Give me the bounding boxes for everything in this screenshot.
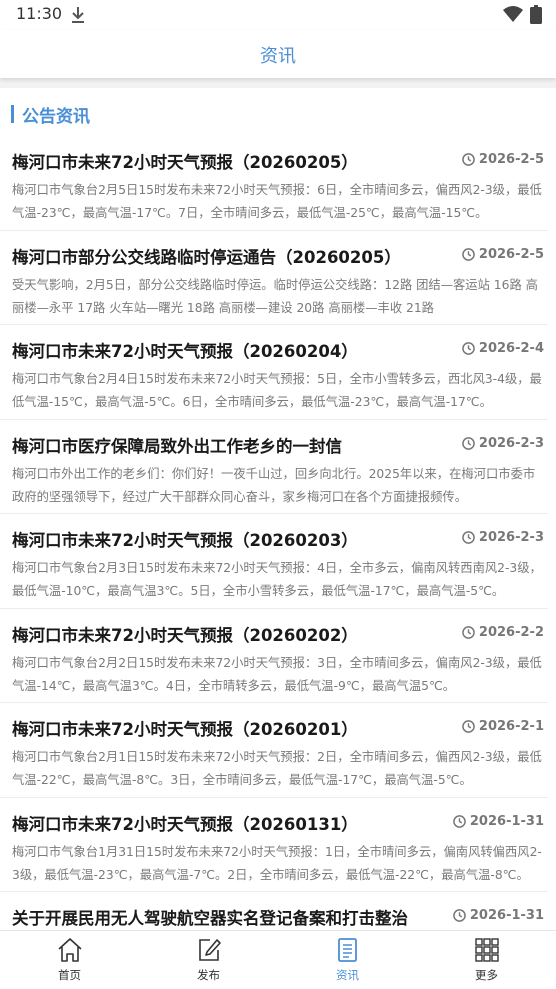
tab-publish[interactable]: 发布 (139, 931, 278, 989)
news-date: 2026-2-1 (462, 719, 544, 734)
news-item[interactable]: 关于开展民用无人驾驶航空器实名登记备案和打击整治 2026-1-31 (0, 892, 548, 930)
news-summary: 梅河口市外出工作的老乡们：你们好！一夜千山过，回乡向北行。2025年以来，在梅河… (12, 466, 536, 504)
news-date-text: 2026-2-5 (478, 152, 544, 167)
news-date: 2026-2-3 (462, 436, 544, 451)
tab-news[interactable]: 资讯 (278, 931, 417, 989)
clock-icon (462, 153, 475, 166)
tab-publish-label: 发布 (197, 968, 220, 982)
news-date: 2026-2-3 (462, 530, 544, 545)
news-title: 梅河口市未来72小时天气预报（20260131） (12, 814, 358, 834)
news-item[interactable]: 梅河口市未来72小时天气预报（20260131） 2026-1-31 梅河口市气… (0, 798, 548, 892)
news-list[interactable]: 梅河口市未来72小时天气预报（20260205） 2026-2-5 梅河口市气象… (0, 136, 556, 930)
news-date: 2026-1-31 (453, 814, 544, 829)
bottom-tab-bar: 首页 发布 资讯 更多 (0, 930, 556, 989)
news-item[interactable]: 梅河口市部分公交线路临时停运通告（20260205） 2026-2-5 受天气影… (0, 231, 548, 325)
news-title: 梅河口市未来72小时天气预报（20260203） (12, 531, 358, 550)
section-header: 公告资讯 (0, 88, 556, 136)
news-summary: 梅河口市气象台2月2日15时发布未来72小时天气预报：3日，全市晴间多云，偏南风… (12, 655, 542, 693)
news-item[interactable]: 梅河口市未来72小时天气预报（20260202） 2026-2-2 梅河口市气象… (0, 609, 548, 703)
news-item[interactable]: 梅河口市未来72小时天气预报（20260205） 2026-2-5 梅河口市气象… (0, 136, 548, 231)
news-date-text: 2026-2-1 (478, 719, 544, 734)
news-date: 2026-2-5 (462, 152, 544, 167)
news-date: 2026-2-4 (462, 341, 544, 356)
edit-icon (198, 939, 221, 961)
clock-icon (462, 625, 475, 639)
news-title: 关于开展民用无人驾驶航空器实名登记备案和打击整治 (12, 909, 408, 928)
news-icon (337, 938, 357, 962)
download-icon (72, 7, 84, 23)
clock-icon (462, 531, 475, 544)
news-date-text: 2026-2-2 (478, 624, 544, 640)
tab-more[interactable]: 更多 (417, 931, 556, 989)
tab-home[interactable]: 首页 (0, 931, 139, 989)
news-date: 2026-2-2 (462, 625, 544, 640)
news-title: 梅河口市未来72小时天气预报（20260204） (12, 342, 358, 361)
news-summary: 梅河口市气象台1月31日15时发布未来72小时天气预报：1日，全市晴间多云，偏南… (12, 844, 542, 882)
header-gap (0, 78, 556, 88)
news-item[interactable]: 梅河口市未来72小时天气预报（20260201） 2026-2-1 梅河口市气象… (0, 703, 548, 798)
news-summary: 梅河口市气象台2月1日15时发布未来72小时天气预报：2日，全市晴间多云，偏西风… (12, 750, 542, 787)
clock-icon (462, 247, 475, 261)
news-date-text: 2026-2-4 (478, 341, 544, 356)
status-time: 11:30 (16, 4, 63, 23)
tab-home-label: 首页 (58, 968, 81, 982)
news-title: 梅河口市未来72小时天气预报（20260201） (12, 720, 358, 739)
news-date-text: 2026-2-5 (478, 246, 544, 262)
section-accent-bar (11, 105, 14, 123)
clock-icon (453, 814, 466, 828)
wifi-icon (503, 6, 523, 22)
tab-news-label: 资讯 (336, 968, 359, 982)
news-summary: 梅河口市气象台2月5日15时发布未来72小时天气预报：6日，全市晴间多云，偏西风… (12, 183, 542, 220)
news-title: 梅河口市部分公交线路临时停运通告（20260205） (12, 247, 401, 267)
news-date: 2026-2-5 (462, 247, 544, 262)
news-title: 梅河口市医疗保障局致外出工作老乡的一封信 (12, 436, 342, 456)
clock-icon (462, 720, 475, 733)
clock-icon (453, 909, 466, 922)
section-title: 公告资讯 (22, 107, 90, 127)
home-icon (57, 938, 82, 962)
news-item[interactable]: 梅河口市未来72小时天气预报（20260204） 2026-2-4 梅河口市气象… (0, 325, 548, 420)
status-bar: 11:30 (0, 0, 556, 30)
news-date-text: 2026-1-31 (469, 813, 544, 829)
news-date-text: 2026-2-3 (478, 435, 544, 451)
battery-icon (530, 5, 542, 24)
news-summary: 受天气影响，2月5日，部分公交线路临时停运。临时停运公交线路：12路 团结—客运… (12, 277, 538, 315)
clock-icon (462, 342, 475, 355)
news-title: 梅河口市未来72小时天气预报（20260202） (12, 625, 358, 645)
tab-more-label: 更多 (475, 968, 498, 982)
news-date-text: 2026-2-3 (478, 530, 544, 545)
news-date: 2026-1-31 (453, 908, 544, 923)
news-summary: 梅河口市气象台2月3日15时发布未来72小时天气预报：4日，全市多云，偏南风转西… (12, 561, 542, 598)
grid-icon (474, 938, 499, 962)
news-date-text: 2026-1-31 (469, 908, 544, 923)
clock-icon (462, 436, 475, 450)
news-title: 梅河口市未来72小时天气预报（20260205） (12, 153, 358, 172)
app-header: 资讯 (0, 30, 556, 78)
news-item[interactable]: 梅河口市医疗保障局致外出工作老乡的一封信 2026-2-3 梅河口市外出工作的老… (0, 420, 548, 514)
news-summary: 梅河口市气象台2月4日15时发布未来72小时天气预报：5日，全市小雪转多云，西北… (12, 372, 542, 409)
news-item[interactable]: 梅河口市未来72小时天气预报（20260203） 2026-2-3 梅河口市气象… (0, 514, 548, 609)
page-title: 资讯 (260, 46, 296, 67)
